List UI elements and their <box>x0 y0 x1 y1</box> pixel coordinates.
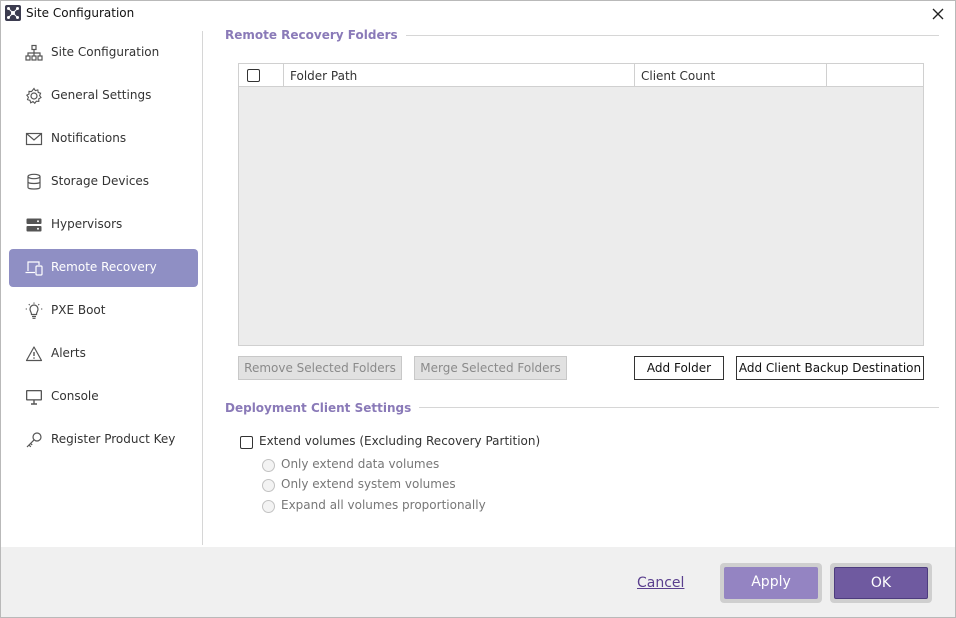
sidebar-item-console[interactable]: Console <box>9 378 198 416</box>
monitor-icon <box>26 390 42 405</box>
envelope-icon <box>25 132 43 146</box>
cancel-link[interactable]: Cancel <box>637 575 684 591</box>
select-all-checkbox[interactable] <box>247 69 260 82</box>
sidebar-item-register-product-key[interactable]: Register Product Key <box>9 421 198 459</box>
remove-selected-folders-button[interactable]: Remove Selected Folders <box>238 356 402 380</box>
only-extend-system-volumes-radio[interactable] <box>262 479 275 492</box>
apply-button[interactable]: Apply <box>724 567 818 599</box>
sidebar-item-label: Site Configuration <box>51 45 160 59</box>
server-icon <box>26 218 42 232</box>
sidebar-nav: Site Configuration General Settings Noti… <box>1 31 203 545</box>
ok-button[interactable]: OK <box>834 567 928 599</box>
sidebar-item-label: General Settings <box>51 88 152 102</box>
add-client-backup-destination-button[interactable]: Add Client Backup Destination <box>736 356 924 380</box>
sidebar-item-alerts[interactable]: Alerts <box>9 335 198 373</box>
title-bar: Site Configuration <box>1 1 955 27</box>
sidebar-item-general-settings[interactable]: General Settings <box>9 77 198 115</box>
radio-label: Only extend system volumes <box>281 477 456 491</box>
sidebar-item-notifications[interactable]: Notifications <box>9 120 198 158</box>
extend-volumes-label[interactable]: Extend volumes (Excluding Recovery Parti… <box>259 434 540 448</box>
radio-label: Expand all volumes proportionally <box>281 498 486 512</box>
sidebar-item-label: Register Product Key <box>51 432 176 446</box>
deployment-client-settings-heading: Deployment Client Settings <box>225 401 420 415</box>
column-header-label: Client Count <box>641 69 716 83</box>
apply-button-frame: Apply <box>720 563 822 603</box>
warning-icon <box>25 346 43 362</box>
dialog-footer: Cancel Apply OK <box>1 547 955 617</box>
sidebar-item-remote-recovery[interactable]: Remote Recovery <box>9 249 198 287</box>
sidebar-item-label: Alerts <box>51 346 86 360</box>
extend-volumes-checkbox[interactable] <box>240 436 253 449</box>
sidebar-item-pxe-boot[interactable]: PXE Boot <box>9 292 198 330</box>
sidebar-item-label: Notifications <box>51 131 127 145</box>
lightbulb-icon <box>25 302 43 319</box>
column-client-count[interactable]: Client Count <box>635 64 827 87</box>
add-folder-button[interactable]: Add Folder <box>634 356 724 380</box>
select-all-column <box>239 64 284 87</box>
sidebar-item-label: PXE Boot <box>51 303 106 317</box>
sidebar-item-label: Storage Devices <box>51 174 150 188</box>
sitemap-icon <box>25 44 43 61</box>
column-header-label: Folder Path <box>290 69 358 83</box>
table-header: Folder Path Client Count <box>239 64 923 87</box>
window-title: Site Configuration <box>26 6 135 20</box>
app-icon <box>5 5 21 21</box>
merge-selected-folders-button[interactable]: Merge Selected Folders <box>414 356 567 380</box>
radio-label: Only extend data volumes <box>281 457 440 471</box>
devices-icon <box>25 261 43 276</box>
sidebar-item-hypervisors[interactable]: Hypervisors <box>9 206 198 244</box>
close-icon <box>932 8 944 20</box>
expand-all-volumes-radio[interactable] <box>262 500 275 513</box>
only-extend-data-volumes-radio[interactable] <box>262 459 275 472</box>
folders-table[interactable]: Folder Path Client Count <box>238 63 924 346</box>
column-folder-path[interactable]: Folder Path <box>284 64 635 87</box>
sidebar-item-storage-devices[interactable]: Storage Devices <box>9 163 198 201</box>
site-configuration-dialog: Site Configuration Site Configuration Ge… <box>0 0 956 618</box>
remote-recovery-folders-heading: Remote Recovery Folders <box>225 28 406 42</box>
close-button[interactable] <box>927 3 949 25</box>
database-icon <box>27 173 41 190</box>
key-icon <box>26 432 42 448</box>
gear-icon <box>25 87 42 105</box>
sidebar-item-label: Remote Recovery <box>51 260 157 274</box>
sidebar-item-site-configuration[interactable]: Site Configuration <box>9 34 198 72</box>
sidebar-item-label: Console <box>51 389 99 403</box>
sidebar-item-label: Hypervisors <box>51 217 123 231</box>
ok-button-frame: OK <box>830 563 932 603</box>
